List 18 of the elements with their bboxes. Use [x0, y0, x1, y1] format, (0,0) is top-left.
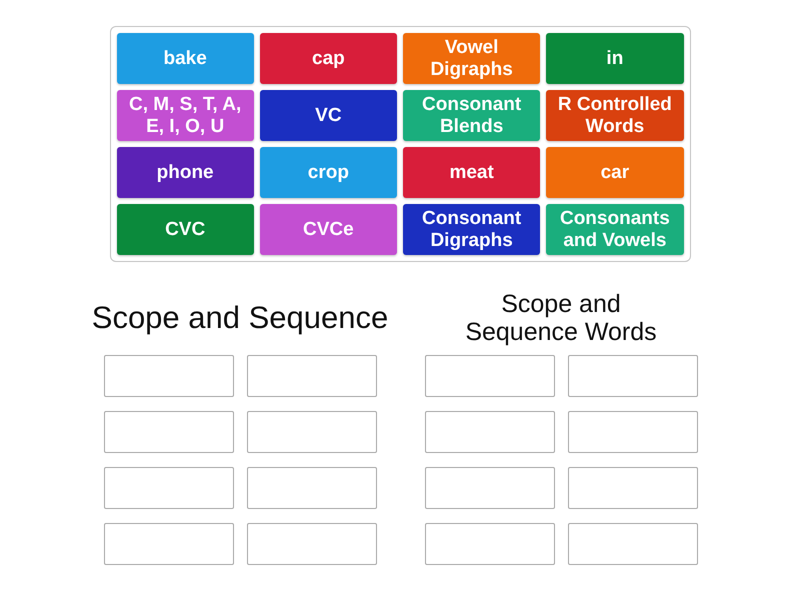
word-tile[interactable]: Consonant Blends: [403, 90, 540, 141]
word-tile[interactable]: C, M, S, T, A, E, I, O, U: [116, 90, 254, 141]
word-tile[interactable]: crop: [260, 147, 397, 198]
word-tile[interactable]: Consonants and Vowels: [546, 204, 684, 255]
word-tile[interactable]: phone: [116, 147, 254, 198]
word-tile[interactable]: CVCe: [260, 204, 397, 255]
word-tile[interactable]: bake: [116, 33, 254, 84]
word-tile[interactable]: VC: [260, 90, 397, 141]
word-tile[interactable]: meat: [403, 147, 540, 198]
word-tile[interactable]: CVC: [116, 204, 254, 255]
group-title: Scope and Sequence Words: [464, 290, 658, 346]
word-tile[interactable]: Consonant Digraphs: [403, 204, 540, 255]
word-tile[interactable]: R Controlled Words: [546, 90, 684, 141]
group-title: Scope and Sequence: [92, 301, 388, 335]
word-tile[interactable]: cap: [260, 33, 397, 84]
word-tile[interactable]: Vowel Digraphs: [403, 33, 540, 84]
word-tile[interactable]: in: [546, 33, 684, 84]
word-tile[interactable]: car: [546, 147, 684, 198]
